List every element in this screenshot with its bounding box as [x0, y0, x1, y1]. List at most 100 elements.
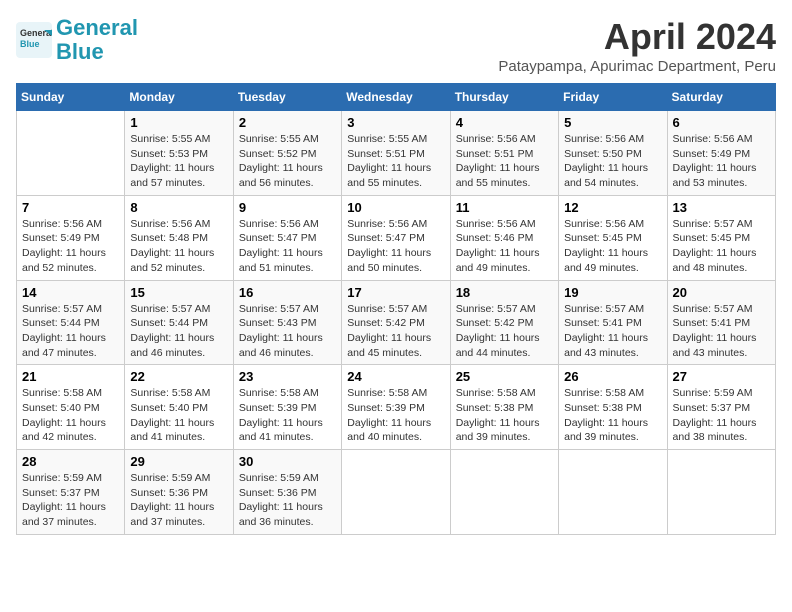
weekday-header: Tuesday — [233, 84, 341, 111]
day-number: 23 — [239, 369, 336, 384]
calendar-cell: 7 Sunrise: 5:56 AM Sunset: 5:49 PM Daylig… — [17, 195, 125, 280]
calendar-week-row: 21 Sunrise: 5:58 AM Sunset: 5:40 PM Dayli… — [17, 365, 776, 450]
calendar-week-row: 7 Sunrise: 5:56 AM Sunset: 5:49 PM Daylig… — [17, 195, 776, 280]
calendar-cell: 3Sunrise: 5:55 AM Sunset: 5:51 PM Daylig… — [342, 111, 450, 196]
weekday-header: Thursday — [450, 84, 558, 111]
day-number: 14 — [22, 285, 119, 300]
day-info: Sunrise: 5:56 AM Sunset: 5:50 PM Dayligh… — [564, 132, 661, 191]
calendar-header-row: SundayMondayTuesdayWednesdayThursdayFrid… — [17, 84, 776, 111]
calendar-cell: 19 Sunrise: 5:57 AM Sunset: 5:41 PM Dayli… — [559, 280, 667, 365]
day-number: 16 — [239, 285, 336, 300]
calendar-cell: 28 Sunrise: 5:59 AM Sunset: 5:37 PM Dayli… — [17, 450, 125, 535]
day-info: Sunrise: 5:56 AM Sunset: 5:46 PM Dayligh… — [456, 217, 553, 276]
calendar-cell: 11 Sunrise: 5:56 AM Sunset: 5:46 PM Dayli… — [450, 195, 558, 280]
day-info: Sunrise: 5:55 AM Sunset: 5:53 PM Dayligh… — [130, 132, 227, 191]
day-number: 18 — [456, 285, 553, 300]
day-number: 13 — [673, 200, 770, 215]
day-info: Sunrise: 5:58 AM Sunset: 5:39 PM Dayligh… — [239, 386, 336, 445]
logo-icon: General Blue — [16, 22, 52, 58]
day-number: 21 — [22, 369, 119, 384]
day-info: Sunrise: 5:59 AM Sunset: 5:37 PM Dayligh… — [22, 471, 119, 530]
calendar-cell: 5 Sunrise: 5:56 AM Sunset: 5:50 PM Daylig… — [559, 111, 667, 196]
calendar-week-row: 1 Sunrise: 5:55 AM Sunset: 5:53 PM Daylig… — [17, 111, 776, 196]
calendar-cell: 15 Sunrise: 5:57 AM Sunset: 5:44 PM Dayli… — [125, 280, 233, 365]
day-number: 9 — [239, 200, 336, 215]
month-title: April 2024 — [498, 16, 776, 58]
day-info: Sunrise: 5:57 AM Sunset: 5:44 PM Dayligh… — [130, 302, 227, 361]
calendar-cell: 6Sunrise: 5:56 AM Sunset: 5:49 PM Daylig… — [667, 111, 775, 196]
calendar-cell: 12 Sunrise: 5:56 AM Sunset: 5:45 PM Dayli… — [559, 195, 667, 280]
calendar-cell: 20Sunrise: 5:57 AM Sunset: 5:41 PM Dayli… — [667, 280, 775, 365]
day-number: 7 — [22, 200, 119, 215]
day-info: Sunrise: 5:56 AM Sunset: 5:47 PM Dayligh… — [239, 217, 336, 276]
day-number: 29 — [130, 454, 227, 469]
day-number: 22 — [130, 369, 227, 384]
day-number: 26 — [564, 369, 661, 384]
day-number: 10 — [347, 200, 444, 215]
calendar-cell — [450, 450, 558, 535]
day-number: 15 — [130, 285, 227, 300]
calendar-body: 1 Sunrise: 5:55 AM Sunset: 5:53 PM Daylig… — [17, 111, 776, 535]
calendar-cell: 2 Sunrise: 5:55 AM Sunset: 5:52 PM Daylig… — [233, 111, 341, 196]
calendar-cell: 30Sunrise: 5:59 AM Sunset: 5:36 PM Dayli… — [233, 450, 341, 535]
day-info: Sunrise: 5:57 AM Sunset: 5:45 PM Dayligh… — [673, 217, 770, 276]
calendar-cell: 14 Sunrise: 5:57 AM Sunset: 5:44 PM Dayli… — [17, 280, 125, 365]
day-number: 8 — [130, 200, 227, 215]
day-info: Sunrise: 5:58 AM Sunset: 5:39 PM Dayligh… — [347, 386, 444, 445]
day-info: Sunrise: 5:56 AM Sunset: 5:45 PM Dayligh… — [564, 217, 661, 276]
day-info: Sunrise: 5:57 AM Sunset: 5:41 PM Dayligh… — [564, 302, 661, 361]
calendar-cell: 10 Sunrise: 5:56 AM Sunset: 5:47 PM Dayli… — [342, 195, 450, 280]
logo-text: GeneralBlue — [56, 16, 138, 64]
calendar-cell: 22 Sunrise: 5:58 AM Sunset: 5:40 PM Dayli… — [125, 365, 233, 450]
day-info: Sunrise: 5:57 AM Sunset: 5:42 PM Dayligh… — [347, 302, 444, 361]
weekday-header: Monday — [125, 84, 233, 111]
calendar-cell — [17, 111, 125, 196]
calendar-cell: 27 Sunrise: 5:59 AM Sunset: 5:37 PM Dayli… — [667, 365, 775, 450]
calendar-cell: 21Sunrise: 5:58 AM Sunset: 5:40 PM Dayli… — [17, 365, 125, 450]
weekday-header: Sunday — [17, 84, 125, 111]
calendar-cell: 1 Sunrise: 5:55 AM Sunset: 5:53 PM Daylig… — [125, 111, 233, 196]
day-info: Sunrise: 5:56 AM Sunset: 5:49 PM Dayligh… — [22, 217, 119, 276]
calendar-cell: 4Sunrise: 5:56 AM Sunset: 5:51 PM Daylig… — [450, 111, 558, 196]
day-info: Sunrise: 5:56 AM Sunset: 5:49 PM Dayligh… — [673, 132, 770, 191]
day-info: Sunrise: 5:55 AM Sunset: 5:52 PM Dayligh… — [239, 132, 336, 191]
day-number: 28 — [22, 454, 119, 469]
day-info: Sunrise: 5:56 AM Sunset: 5:47 PM Dayligh… — [347, 217, 444, 276]
day-number: 19 — [564, 285, 661, 300]
day-info: Sunrise: 5:59 AM Sunset: 5:36 PM Dayligh… — [239, 471, 336, 530]
day-info: Sunrise: 5:57 AM Sunset: 5:44 PM Dayligh… — [22, 302, 119, 361]
calendar-week-row: 28 Sunrise: 5:59 AM Sunset: 5:37 PM Dayli… — [17, 450, 776, 535]
day-number: 27 — [673, 369, 770, 384]
day-info: Sunrise: 5:59 AM Sunset: 5:37 PM Dayligh… — [673, 386, 770, 445]
weekday-header: Friday — [559, 84, 667, 111]
day-info: Sunrise: 5:56 AM Sunset: 5:51 PM Dayligh… — [456, 132, 553, 191]
page-header: General Blue GeneralBlue April 2024 Pata… — [16, 16, 776, 75]
day-number: 12 — [564, 200, 661, 215]
day-info: Sunrise: 5:58 AM Sunset: 5:40 PM Dayligh… — [130, 386, 227, 445]
weekday-header: Wednesday — [342, 84, 450, 111]
day-info: Sunrise: 5:56 AM Sunset: 5:48 PM Dayligh… — [130, 217, 227, 276]
calendar-cell — [559, 450, 667, 535]
svg-text:General: General — [20, 28, 52, 38]
calendar-cell: 16 Sunrise: 5:57 AM Sunset: 5:43 PM Dayli… — [233, 280, 341, 365]
day-number: 1 — [130, 115, 227, 130]
calendar-cell: 8 Sunrise: 5:56 AM Sunset: 5:48 PM Daylig… — [125, 195, 233, 280]
day-number: 24 — [347, 369, 444, 384]
calendar-cell: 9 Sunrise: 5:56 AM Sunset: 5:47 PM Daylig… — [233, 195, 341, 280]
calendar-cell: 25 Sunrise: 5:58 AM Sunset: 5:38 PM Dayli… — [450, 365, 558, 450]
day-number: 5 — [564, 115, 661, 130]
weekday-header: Saturday — [667, 84, 775, 111]
day-info: Sunrise: 5:57 AM Sunset: 5:43 PM Dayligh… — [239, 302, 336, 361]
day-info: Sunrise: 5:59 AM Sunset: 5:36 PM Dayligh… — [130, 471, 227, 530]
logo: General Blue GeneralBlue — [16, 16, 138, 64]
svg-text:Blue: Blue — [20, 39, 40, 49]
day-number: 2 — [239, 115, 336, 130]
day-info: Sunrise: 5:58 AM Sunset: 5:38 PM Dayligh… — [456, 386, 553, 445]
calendar-cell: 23 Sunrise: 5:58 AM Sunset: 5:39 PM Dayli… — [233, 365, 341, 450]
day-info: Sunrise: 5:55 AM Sunset: 5:51 PM Dayligh… — [347, 132, 444, 191]
calendar-cell — [667, 450, 775, 535]
title-block: April 2024 Pataypampa, Apurimac Departme… — [498, 16, 776, 75]
day-number: 25 — [456, 369, 553, 384]
calendar-cell: 29 Sunrise: 5:59 AM Sunset: 5:36 PM Dayli… — [125, 450, 233, 535]
day-number: 11 — [456, 200, 553, 215]
